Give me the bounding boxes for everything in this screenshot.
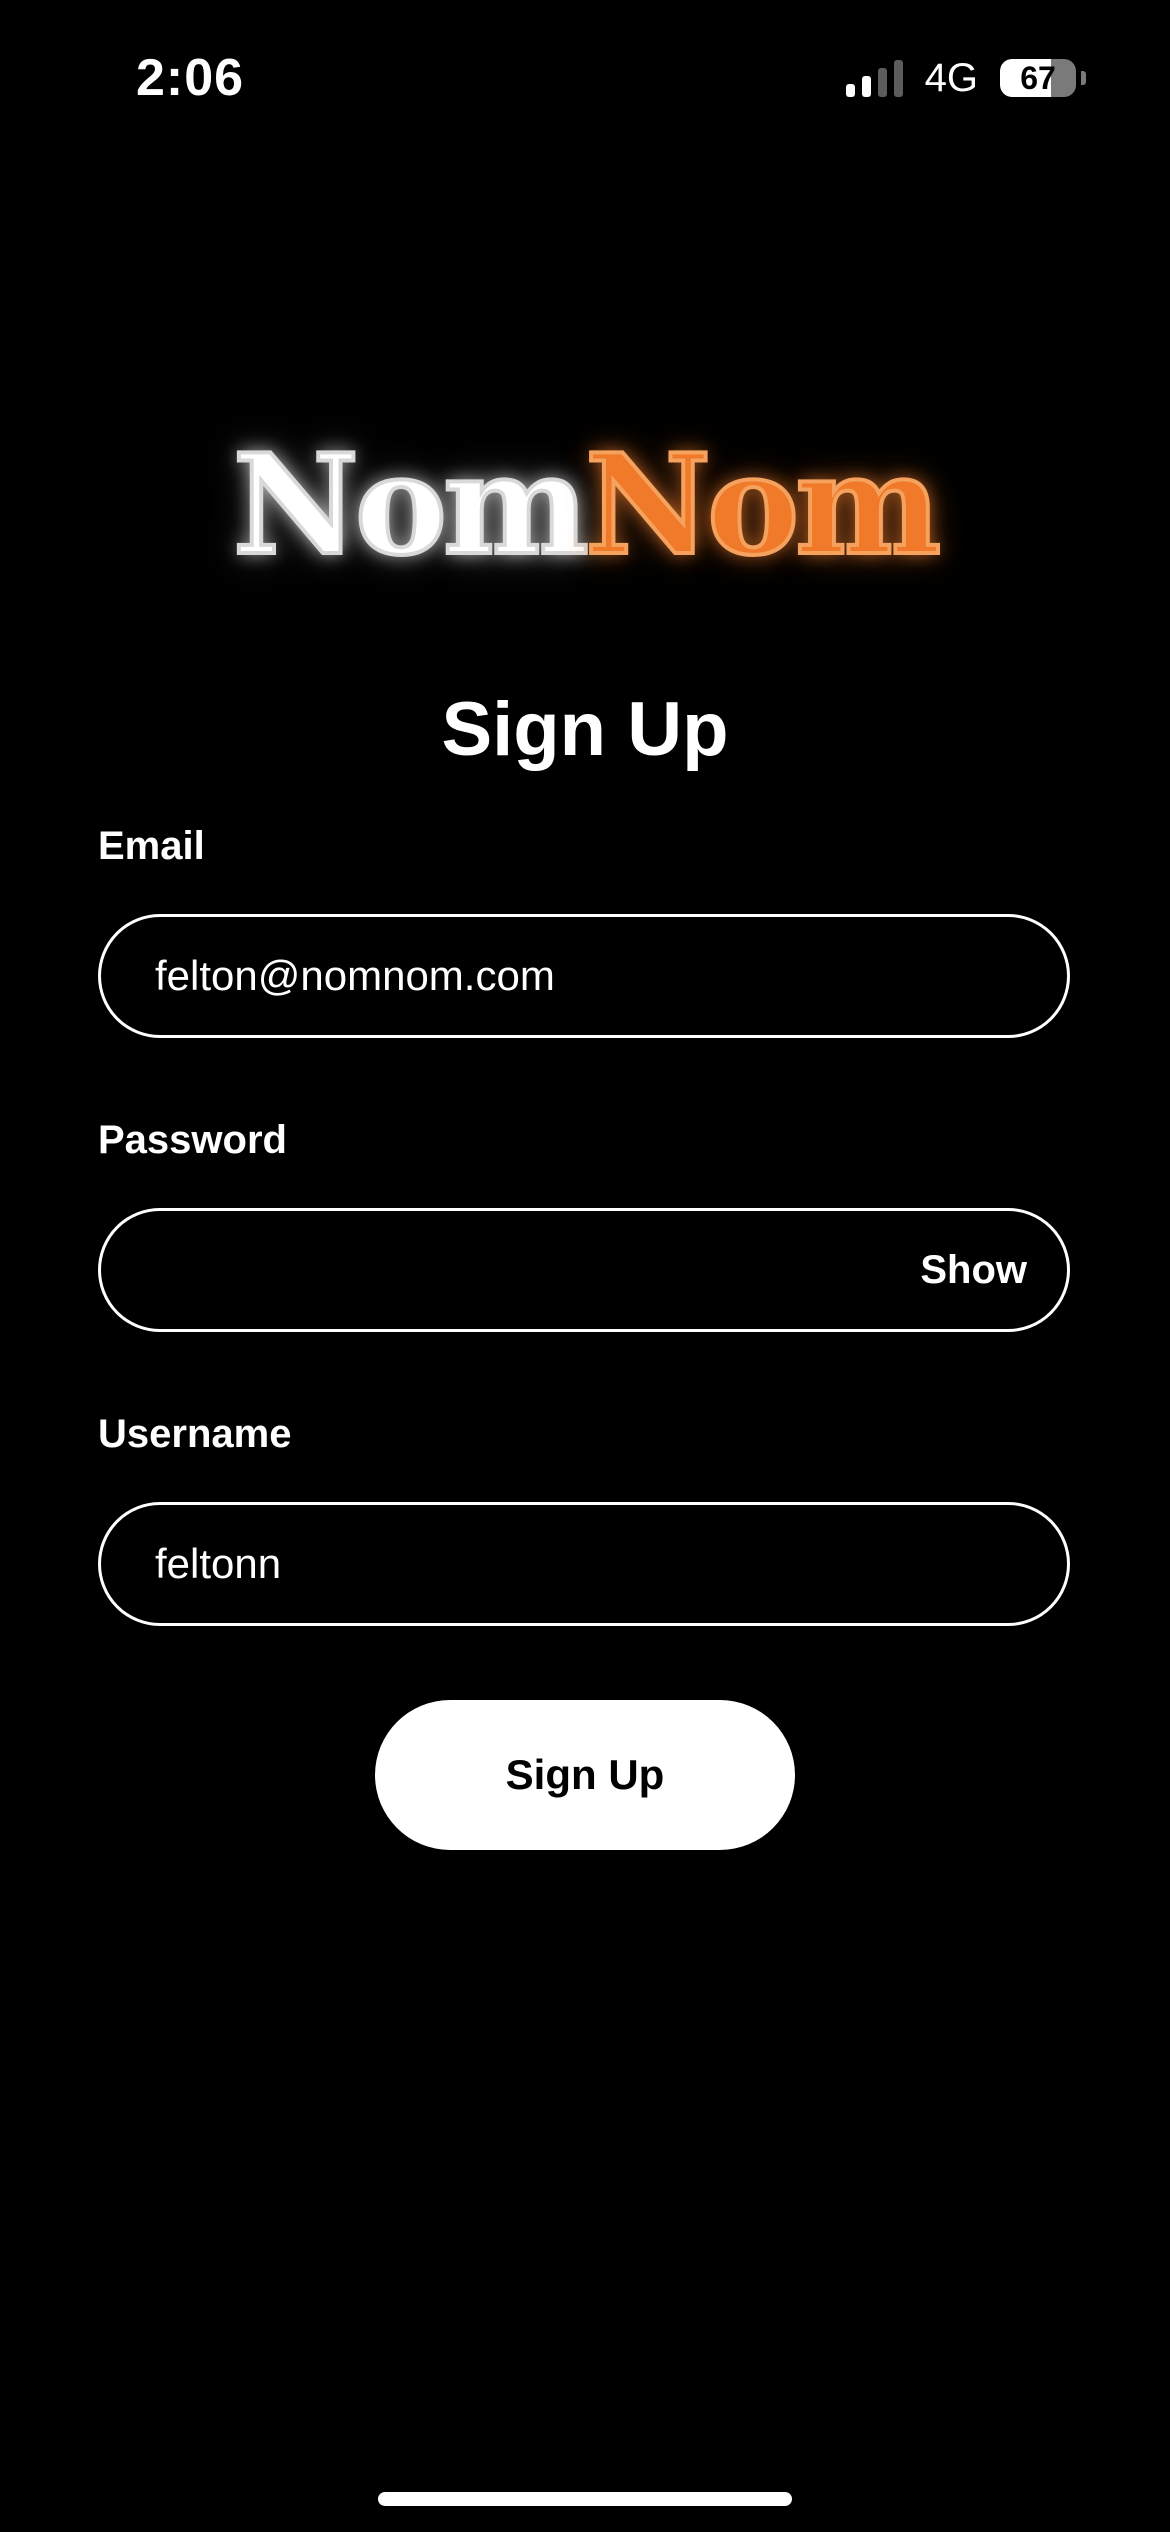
status-icons: 4G 67 bbox=[845, 55, 1086, 100]
password-field-container: Show bbox=[98, 1208, 1070, 1332]
username-input[interactable] bbox=[101, 1505, 1067, 1623]
email-field-container bbox=[98, 914, 1070, 1038]
show-password-button[interactable]: Show bbox=[900, 1211, 1067, 1329]
page-title: Sign Up bbox=[441, 687, 729, 772]
password-label: Password bbox=[98, 1118, 287, 1162]
battery-level: 67 bbox=[1020, 60, 1056, 96]
username-label: Username bbox=[98, 1412, 292, 1456]
cellular-signal-icon bbox=[845, 59, 903, 97]
sign-up-button[interactable]: Sign Up bbox=[375, 1700, 795, 1850]
email-label: Email bbox=[98, 824, 205, 868]
email-input[interactable] bbox=[101, 917, 1067, 1035]
network-type: 4G bbox=[924, 55, 978, 100]
username-field-container bbox=[98, 1502, 1070, 1626]
nomnom-logo: NomNom bbox=[0, 423, 1170, 587]
password-input[interactable] bbox=[101, 1211, 901, 1329]
logo-part-white: Nom bbox=[231, 423, 591, 587]
logo-part-orange: Nom bbox=[583, 423, 943, 587]
status-time: 2:06 bbox=[136, 49, 245, 107]
battery-icon: 67 bbox=[1000, 59, 1076, 97]
home-indicator[interactable] bbox=[378, 2492, 792, 2506]
